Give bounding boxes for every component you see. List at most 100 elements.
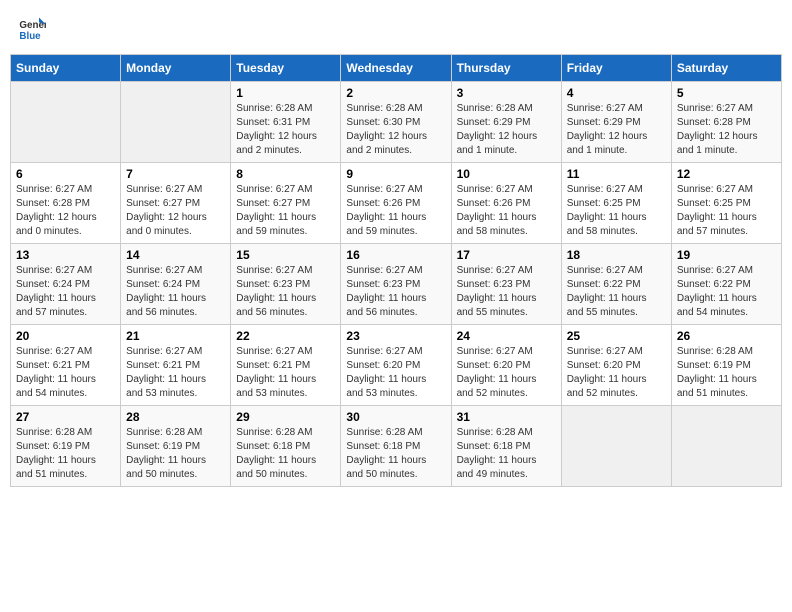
day-info: Sunrise: 6:27 AMSunset: 6:21 PMDaylight:…	[236, 345, 335, 401]
calendar-cell	[11, 82, 121, 163]
week-row-3: 13 Sunrise: 6:27 AMSunset: 6:24 PMDayligh…	[11, 244, 782, 325]
day-info: Sunrise: 6:27 AMSunset: 6:23 PMDaylight:…	[346, 264, 445, 320]
day-info: Sunrise: 6:27 AMSunset: 6:23 PMDaylight:…	[236, 264, 335, 320]
logo: General Blue	[18, 14, 50, 42]
day-number: 23	[346, 329, 445, 343]
calendar-cell: 2Sunrise: 6:28 AMSunset: 6:30 PMDaylight…	[341, 82, 451, 163]
calendar-cell: 23 Sunrise: 6:27 AMSunset: 6:20 PMDayligh…	[341, 325, 451, 406]
day-number: 17	[457, 248, 556, 262]
day-info: Sunrise: 6:28 AMSunset: 6:31 PMDaylight:…	[236, 102, 335, 158]
day-info: Sunrise: 6:27 AMSunset: 6:26 PMDaylight:…	[346, 183, 445, 239]
calendar-cell: 25 Sunrise: 6:27 AMSunset: 6:20 PMDayligh…	[561, 325, 671, 406]
calendar-cell: 12 Sunrise: 6:27 AMSunset: 6:25 PMDayligh…	[671, 163, 781, 244]
day-info: Sunrise: 6:28 AMSunset: 6:18 PMDaylight:…	[457, 426, 556, 482]
day-number: 3	[457, 86, 556, 100]
calendar-cell: 6 Sunrise: 6:27 AMSunset: 6:28 PMDaylight…	[11, 163, 121, 244]
calendar-cell: 5 Sunrise: 6:27 AMSunset: 6:28 PMDaylight…	[671, 82, 781, 163]
calendar-cell: 9 Sunrise: 6:27 AMSunset: 6:26 PMDaylight…	[341, 163, 451, 244]
day-number: 4	[567, 86, 666, 100]
day-number: 25	[567, 329, 666, 343]
day-number: 27	[16, 410, 115, 424]
day-info: Sunrise: 6:27 AMSunset: 6:27 PMDaylight:…	[126, 183, 225, 239]
calendar-cell: 21 Sunrise: 6:27 AMSunset: 6:21 PMDayligh…	[121, 325, 231, 406]
day-number: 22	[236, 329, 335, 343]
day-number: 1	[236, 86, 335, 100]
week-row-5: 27Sunrise: 6:28 AMSunset: 6:19 PMDayligh…	[11, 406, 782, 487]
day-info: Sunrise: 6:28 AMSunset: 6:18 PMDaylight:…	[236, 426, 335, 482]
day-info: Sunrise: 6:27 AMSunset: 6:24 PMDaylight:…	[16, 264, 115, 320]
calendar-cell: 10 Sunrise: 6:27 AMSunset: 6:26 PMDayligh…	[451, 163, 561, 244]
calendar-cell: 8Sunrise: 6:27 AMSunset: 6:27 PMDaylight…	[231, 163, 341, 244]
day-number: 20	[16, 329, 115, 343]
header-day-wednesday: Wednesday	[341, 55, 451, 82]
day-info: Sunrise: 6:27 AMSunset: 6:21 PMDaylight:…	[126, 345, 225, 401]
day-info: Sunrise: 6:27 AMSunset: 6:22 PMDaylight:…	[677, 264, 776, 320]
day-info: Sunrise: 6:27 AMSunset: 6:27 PMDaylight:…	[236, 183, 335, 239]
day-info: Sunrise: 6:28 AMSunset: 6:29 PMDaylight:…	[457, 102, 556, 158]
calendar-header-row: SundayMondayTuesdayWednesdayThursdayFrid…	[11, 55, 782, 82]
calendar-cell: 22 Sunrise: 6:27 AMSunset: 6:21 PMDayligh…	[231, 325, 341, 406]
day-number: 29	[236, 410, 335, 424]
day-number: 28	[126, 410, 225, 424]
calendar-cell: 15Sunrise: 6:27 AMSunset: 6:23 PMDayligh…	[231, 244, 341, 325]
day-number: 12	[677, 167, 776, 181]
week-row-2: 6 Sunrise: 6:27 AMSunset: 6:28 PMDaylight…	[11, 163, 782, 244]
calendar-cell: 29 Sunrise: 6:28 AMSunset: 6:18 PMDayligh…	[231, 406, 341, 487]
calendar-cell: 14Sunrise: 6:27 AMSunset: 6:24 PMDayligh…	[121, 244, 231, 325]
day-number: 26	[677, 329, 776, 343]
day-info: Sunrise: 6:28 AMSunset: 6:19 PMDaylight:…	[677, 345, 776, 401]
calendar-cell	[121, 82, 231, 163]
calendar-cell: 16Sunrise: 6:27 AMSunset: 6:23 PMDayligh…	[341, 244, 451, 325]
header: General Blue	[10, 10, 782, 46]
calendar-cell: 26 Sunrise: 6:28 AMSunset: 6:19 PMDayligh…	[671, 325, 781, 406]
day-number: 5	[677, 86, 776, 100]
calendar-body: 1 Sunrise: 6:28 AMSunset: 6:31 PMDaylight…	[11, 82, 782, 487]
day-info: Sunrise: 6:27 AMSunset: 6:25 PMDaylight:…	[567, 183, 666, 239]
calendar-cell: 4 Sunrise: 6:27 AMSunset: 6:29 PMDaylight…	[561, 82, 671, 163]
day-info: Sunrise: 6:27 AMSunset: 6:20 PMDaylight:…	[346, 345, 445, 401]
calendar-cell: 20 Sunrise: 6:27 AMSunset: 6:21 PMDayligh…	[11, 325, 121, 406]
day-info: Sunrise: 6:27 AMSunset: 6:20 PMDaylight:…	[567, 345, 666, 401]
day-info: Sunrise: 6:27 AMSunset: 6:22 PMDaylight:…	[567, 264, 666, 320]
day-info: Sunrise: 6:27 AMSunset: 6:28 PMDaylight:…	[16, 183, 115, 239]
header-day-saturday: Saturday	[671, 55, 781, 82]
calendar-cell: 28Sunrise: 6:28 AMSunset: 6:19 PMDayligh…	[121, 406, 231, 487]
day-number: 18	[567, 248, 666, 262]
calendar-cell: 18 Sunrise: 6:27 AMSunset: 6:22 PMDayligh…	[561, 244, 671, 325]
day-number: 6	[16, 167, 115, 181]
day-number: 21	[126, 329, 225, 343]
calendar-cell	[671, 406, 781, 487]
day-number: 10	[457, 167, 556, 181]
day-info: Sunrise: 6:27 AMSunset: 6:28 PMDaylight:…	[677, 102, 776, 158]
day-info: Sunrise: 6:27 AMSunset: 6:24 PMDaylight:…	[126, 264, 225, 320]
day-info: Sunrise: 6:27 AMSunset: 6:21 PMDaylight:…	[16, 345, 115, 401]
day-number: 13	[16, 248, 115, 262]
calendar-cell: 30Sunrise: 6:28 AMSunset: 6:18 PMDayligh…	[341, 406, 451, 487]
day-number: 7	[126, 167, 225, 181]
header-day-monday: Monday	[121, 55, 231, 82]
day-number: 19	[677, 248, 776, 262]
svg-text:Blue: Blue	[19, 31, 41, 42]
calendar-cell: 7 Sunrise: 6:27 AMSunset: 6:27 PMDaylight…	[121, 163, 231, 244]
day-number: 9	[346, 167, 445, 181]
day-info: Sunrise: 6:27 AMSunset: 6:26 PMDaylight:…	[457, 183, 556, 239]
week-row-4: 20 Sunrise: 6:27 AMSunset: 6:21 PMDayligh…	[11, 325, 782, 406]
day-info: Sunrise: 6:27 AMSunset: 6:25 PMDaylight:…	[677, 183, 776, 239]
week-row-1: 1 Sunrise: 6:28 AMSunset: 6:31 PMDaylight…	[11, 82, 782, 163]
calendar-cell: 27Sunrise: 6:28 AMSunset: 6:19 PMDayligh…	[11, 406, 121, 487]
calendar-cell: 19 Sunrise: 6:27 AMSunset: 6:22 PMDayligh…	[671, 244, 781, 325]
day-info: Sunrise: 6:28 AMSunset: 6:18 PMDaylight:…	[346, 426, 445, 482]
header-day-friday: Friday	[561, 55, 671, 82]
calendar-cell: 24Sunrise: 6:27 AMSunset: 6:20 PMDayligh…	[451, 325, 561, 406]
header-day-tuesday: Tuesday	[231, 55, 341, 82]
day-number: 11	[567, 167, 666, 181]
calendar-table: SundayMondayTuesdayWednesdayThursdayFrid…	[10, 54, 782, 487]
calendar-cell: 3 Sunrise: 6:28 AMSunset: 6:29 PMDaylight…	[451, 82, 561, 163]
calendar-cell: 17Sunrise: 6:27 AMSunset: 6:23 PMDayligh…	[451, 244, 561, 325]
calendar-cell	[561, 406, 671, 487]
day-number: 2	[346, 86, 445, 100]
day-number: 31	[457, 410, 556, 424]
calendar-cell: 11 Sunrise: 6:27 AMSunset: 6:25 PMDayligh…	[561, 163, 671, 244]
logo-icon: General Blue	[18, 14, 46, 42]
day-info: Sunrise: 6:27 AMSunset: 6:29 PMDaylight:…	[567, 102, 666, 158]
